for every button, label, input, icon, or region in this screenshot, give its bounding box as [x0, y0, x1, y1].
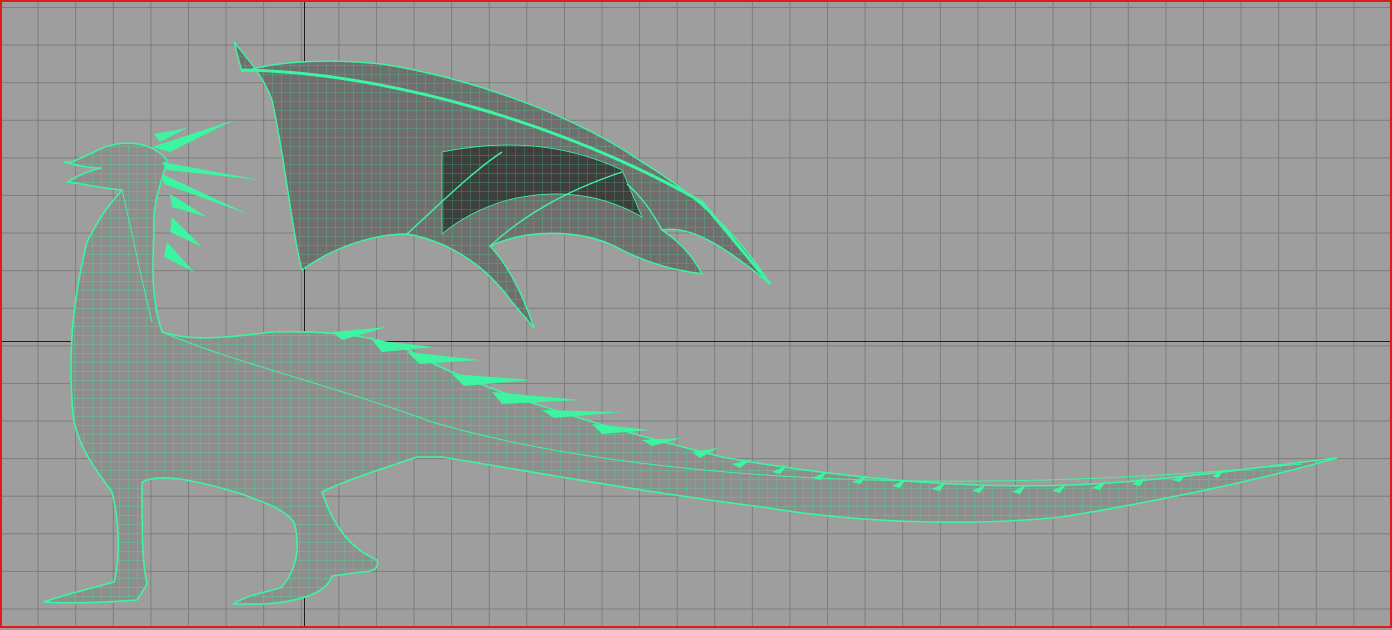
spike [170, 194, 207, 217]
spike [492, 392, 580, 404]
wing[interactable] [233, 41, 772, 329]
spike [542, 410, 622, 418]
spike [452, 374, 532, 386]
modeling-viewport[interactable] [0, 0, 1392, 628]
spike [170, 217, 202, 247]
horn [162, 174, 248, 214]
spike [164, 242, 194, 272]
horn [162, 162, 260, 180]
horns[interactable] [152, 120, 260, 214]
wing-wireframe-overlay [234, 42, 770, 328]
dragon-wireframe-model[interactable] [2, 2, 1392, 630]
